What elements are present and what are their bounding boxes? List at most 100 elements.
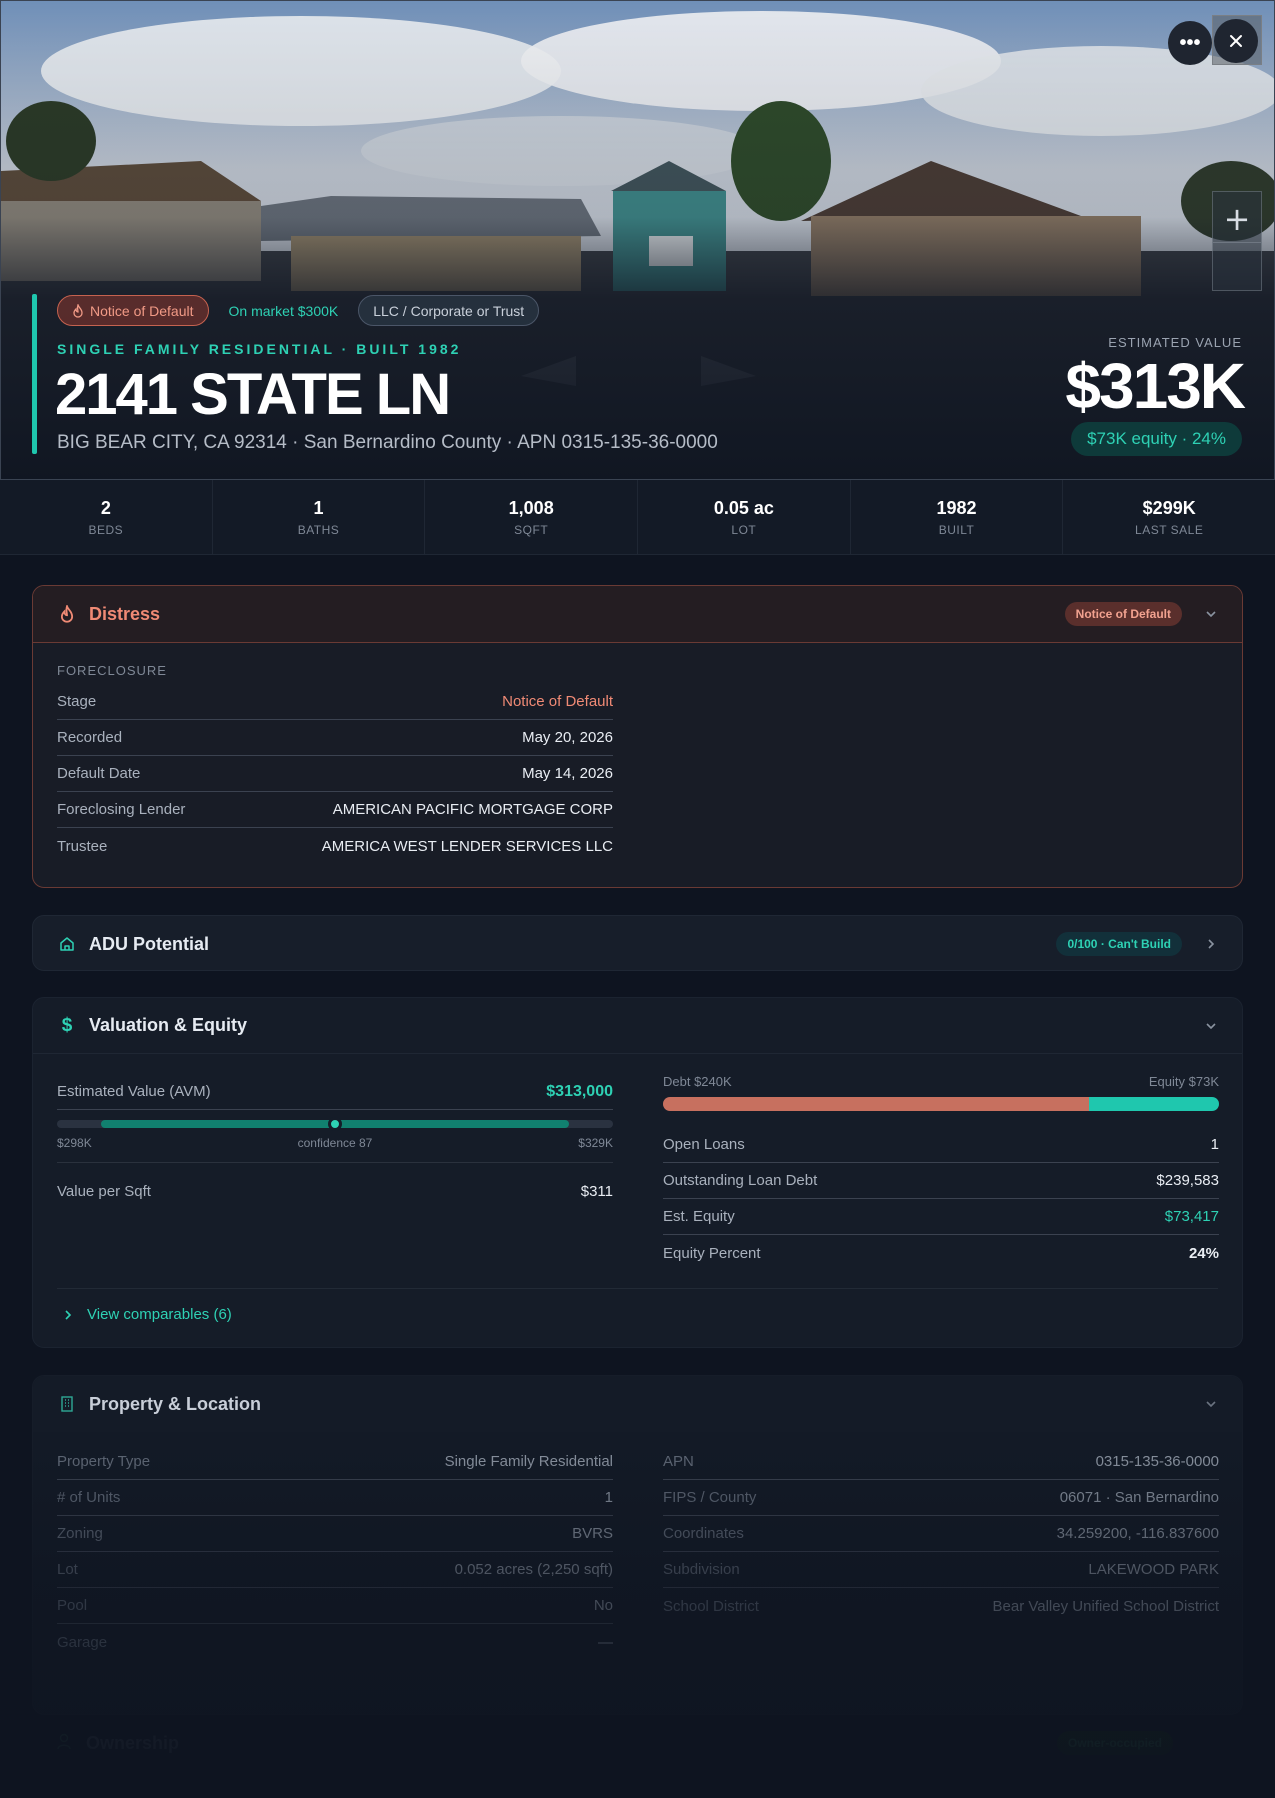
row-key: School District xyxy=(663,1597,759,1615)
stat-label: BATHS xyxy=(297,523,340,537)
row-value: AMERICAN PACIFIC MORTGAGE CORP xyxy=(332,801,613,818)
zoom-in-icon[interactable]: + xyxy=(1213,200,1261,238)
adu-potential-card[interactable]: ADU Potential 0/100 · Can't Build xyxy=(32,915,1243,971)
zoom-divider xyxy=(1213,242,1261,243)
close-button[interactable] xyxy=(1214,19,1258,63)
row-key: Recorded xyxy=(57,729,123,746)
stat-value: 0.05 ac xyxy=(713,498,774,518)
row-key: Open Loans xyxy=(663,1136,745,1153)
close-frame xyxy=(1212,15,1262,65)
row-value: 06071 · San Bernardino xyxy=(1059,1489,1219,1506)
row-recorded: Recorded May 20, 2026 xyxy=(57,720,613,756)
row-value: AMERICA WEST LENDER SERVICES LLC xyxy=(321,837,613,855)
status-chip-default: Notice of Default xyxy=(57,295,209,326)
row-avm: Estimated Value (AVM) $313,000 xyxy=(57,1074,613,1110)
row-value: 1 xyxy=(604,1489,613,1506)
row-key: Stage xyxy=(57,693,97,710)
range-low: $298K xyxy=(57,1136,92,1150)
chevron-right-icon xyxy=(65,1309,72,1320)
row-key: Outstanding Loan Debt xyxy=(663,1172,818,1189)
row-loan-debt: Outstanding Loan Debt $239,583 xyxy=(663,1163,1219,1199)
row-key: # of Units xyxy=(57,1489,121,1506)
ownership-card[interactable]: Ownership Owner-occupied xyxy=(32,1715,1243,1771)
row-stage: Stage Notice of Default xyxy=(57,684,613,720)
row-value: Bear Valley Unified School District xyxy=(992,1597,1219,1615)
zoom-controls[interactable]: + xyxy=(1212,191,1262,291)
status-chip-on-market: On market $300K xyxy=(221,295,347,326)
adu-header[interactable]: ADU Potential 0/100 · Can't Build xyxy=(33,916,1242,970)
more-options-button[interactable]: ••• xyxy=(1168,21,1212,65)
chevron-down-icon[interactable] xyxy=(1204,1019,1218,1033)
property-stats-bar: 2 BEDS 1 BATHS 1,008 SQFT 0.05 ac LOT 1982 BU… xyxy=(0,480,1275,555)
row-key: Equity Percent xyxy=(663,1244,761,1262)
row-value: Single Family Residential xyxy=(444,1453,613,1470)
row-lender: Foreclosing Lender AMERICAN PACIFIC MORTG… xyxy=(57,792,613,828)
row-value: 0315-135-36-0000 xyxy=(1095,1453,1219,1470)
row-key: Pool xyxy=(57,1597,88,1614)
row-open-loans: Open Loans 1 xyxy=(663,1127,1219,1163)
stat-label: BUILT xyxy=(938,523,975,537)
dollar-icon: $ xyxy=(61,1014,73,1036)
chip-label: On market $300K xyxy=(228,302,339,319)
valuation-header[interactable]: $ Valuation & Equity xyxy=(33,998,1242,1054)
view-comparables-link[interactable]: View comparables (6) xyxy=(63,1306,232,1323)
row-key: APN xyxy=(663,1453,694,1470)
row-key: Value per Sqft xyxy=(57,1182,151,1200)
property-subtitle: SINGLE FAMILY RESIDENTIAL · BUILT 1982 xyxy=(57,341,462,357)
row-key: Subdivision xyxy=(663,1561,740,1578)
range-high: $329K xyxy=(578,1136,613,1150)
chevron-down-icon[interactable] xyxy=(1204,1397,1218,1411)
row-value: 0.052 acres (2,250 sqft) xyxy=(454,1561,613,1578)
foreclosure-section-label: FORECLOSURE xyxy=(57,663,167,678)
row-garage: Garage — xyxy=(57,1624,613,1660)
row-value: 24% xyxy=(1188,1244,1219,1262)
property-body: Property Type Single Family Residential #… xyxy=(33,1432,1242,1712)
stat-last-sale: $299K LAST SALE xyxy=(1063,480,1275,554)
row-value: — xyxy=(598,1633,613,1651)
chip-label: Notice of Default xyxy=(90,302,194,319)
property-location-card: Property & Location Property Type Single … xyxy=(32,1375,1243,1715)
row-value: BVRS xyxy=(572,1525,613,1542)
divider xyxy=(57,1162,613,1163)
loan-details: Open Loans 1 Outstanding Loan Debt $239,58… xyxy=(663,1127,1219,1271)
row-key: Property Type xyxy=(57,1453,151,1470)
row-key: Lot xyxy=(57,1561,78,1578)
distress-title: Distress xyxy=(89,603,161,624)
row-value: $311 xyxy=(580,1182,613,1200)
avm-column: Estimated Value (AVM) $313,000 $298K con… xyxy=(57,1074,613,1209)
stat-label: SQFT xyxy=(514,523,549,537)
row-default-date: Default Date May 14, 2026 xyxy=(57,756,613,792)
equity-pill: $73K equity · 24% xyxy=(1071,422,1242,456)
flame-icon xyxy=(57,604,77,624)
row-trustee: Trustee AMERICA WEST LENDER SERVICES LLC xyxy=(57,828,613,864)
stat-label: LOT xyxy=(731,523,757,537)
stat-value: 1982 xyxy=(936,498,977,518)
property-details-right: APN 0315-135-36-0000 FIPS / County 06071 ·… xyxy=(663,1444,1219,1624)
debt-segment xyxy=(663,1097,1089,1111)
debt-label: Debt $240K xyxy=(663,1074,732,1089)
row-value: No xyxy=(593,1597,613,1614)
row-value: May 20, 2026 xyxy=(522,729,613,746)
row-key: Estimated Value (AVM) xyxy=(57,1083,211,1100)
divider xyxy=(57,1288,1218,1289)
row-value: $73,417 xyxy=(1164,1208,1219,1225)
status-chip-owner-type: LLC / Corporate or Trust xyxy=(358,295,540,326)
property-details-left: Property Type Single Family Residential #… xyxy=(57,1444,613,1660)
property-title: Property & Location xyxy=(89,1393,262,1414)
distress-header[interactable]: Distress Notice of Default xyxy=(33,586,1242,643)
adu-score-badge: 0/100 · Can't Build xyxy=(1056,932,1182,956)
row-zoning: Zoning BVRS xyxy=(57,1516,613,1552)
ownership-title: Ownership xyxy=(86,1732,180,1753)
chevron-down-icon[interactable] xyxy=(1204,607,1218,621)
row-units: # of Units 1 xyxy=(57,1480,613,1516)
valuation-body: Estimated Value (AVM) $313,000 $298K con… xyxy=(33,1054,1242,1347)
stat-value: $299K xyxy=(1142,498,1196,518)
property-header[interactable]: Property & Location xyxy=(33,1376,1242,1432)
row-coordinates: Coordinates 34.259200, -116.837600 xyxy=(663,1516,1219,1552)
row-value: LAKEWOOD PARK xyxy=(1088,1561,1219,1578)
building-icon xyxy=(57,1394,77,1414)
debt-equity-column: Debt $240K Equity $73K Open Loans 1 Outst… xyxy=(663,1074,1219,1271)
stat-label: BEDS xyxy=(88,523,124,537)
chevron-right-icon[interactable] xyxy=(1204,937,1218,951)
stat-value: 1 xyxy=(313,498,324,518)
